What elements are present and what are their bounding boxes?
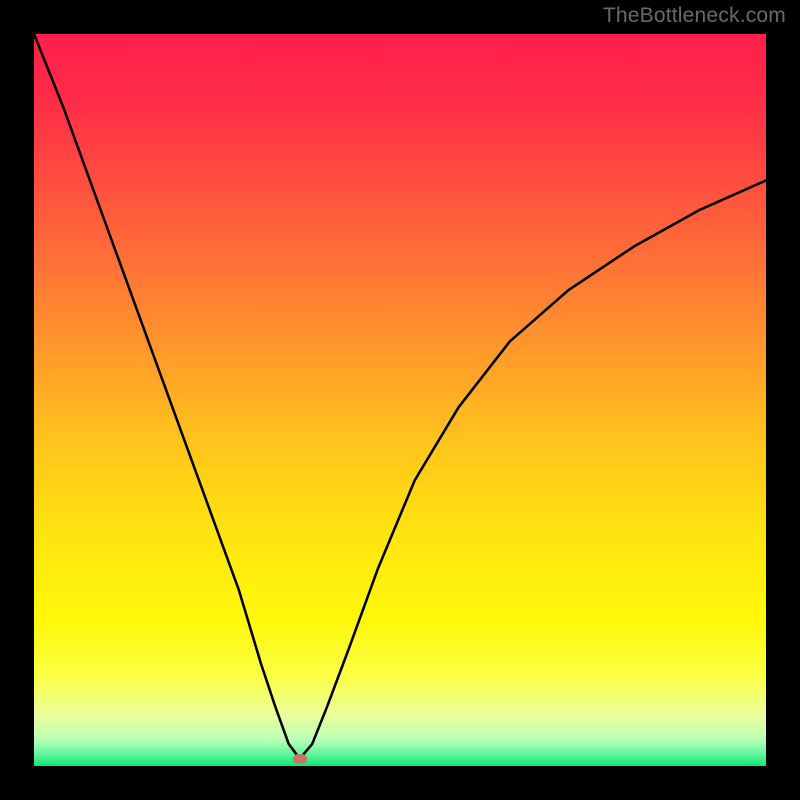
chart-frame: TheBottleneck.com (0, 0, 800, 800)
plot-area (34, 34, 766, 766)
bottleneck-curve (34, 34, 766, 766)
optimum-marker (293, 754, 307, 764)
watermark-text: TheBottleneck.com (603, 4, 786, 28)
